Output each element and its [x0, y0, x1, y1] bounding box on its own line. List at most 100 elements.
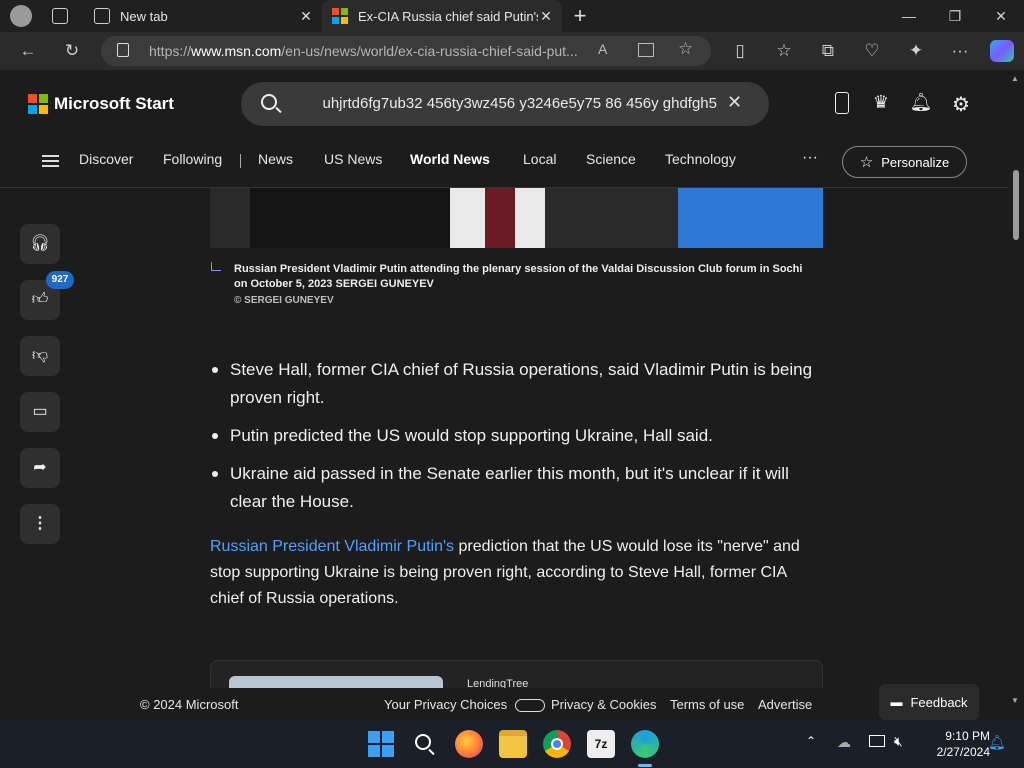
- 7zip-icon[interactable]: 7z: [587, 730, 615, 758]
- settings-more-icon[interactable]: ···: [948, 39, 972, 63]
- clear-search-icon[interactable]: ✕: [727, 92, 742, 113]
- start-windows-icon[interactable]: [367, 730, 395, 758]
- close-tab-icon[interactable]: ✕: [298, 8, 314, 24]
- url-text[interactable]: https://www.msn.com/en-us/news/world/ex-…: [149, 43, 578, 59]
- phone-icon[interactable]: [830, 92, 854, 116]
- sparkle-star-icon: ☆: [859, 154, 874, 171]
- display-icon[interactable]: [869, 735, 885, 747]
- tab-actions-icon[interactable]: [52, 8, 68, 24]
- privacy-toggle-icon: [514, 699, 545, 713]
- restore-button[interactable]: ❐: [932, 0, 978, 32]
- hide-comments-button[interactable]: ▭: [20, 392, 60, 432]
- nav-more-button[interactable]: ···: [802, 149, 818, 167]
- notifications-icon[interactable]: 🔔︎: [988, 734, 1006, 751]
- close-window-button[interactable]: ✕: [978, 0, 1024, 32]
- minimize-button[interactable]: —: [886, 0, 932, 32]
- search-box[interactable]: uhjrtd6fg7ub32 456ty3wz456 y3246e5y75 86…: [241, 82, 769, 126]
- nav-news[interactable]: News: [258, 151, 293, 167]
- msn-page: Microsoft Start uhjrtd6fg7ub32 456ty3wz4…: [0, 70, 1008, 720]
- key-point: Putin predicted the US would stop suppor…: [210, 422, 830, 450]
- key-point: Steve Hall, former CIA chief of Russia o…: [210, 356, 830, 412]
- read-aloud-icon[interactable]: A: [598, 41, 607, 57]
- scroll-up-arrow-icon[interactable]: ▲: [1011, 74, 1019, 83]
- nav-following[interactable]: Following: [163, 151, 222, 167]
- notifications-bell-icon[interactable]: 🔔︎: [909, 92, 933, 116]
- edge-icon[interactable]: [631, 730, 659, 758]
- split-screen-icon[interactable]: ▯: [728, 39, 752, 63]
- article-hero-image: [210, 188, 823, 248]
- nav-technology[interactable]: Technology: [665, 151, 736, 167]
- close-tab-icon[interactable]: ✕: [538, 8, 554, 24]
- site-header: Microsoft Start uhjrtd6fg7ub32 456ty3wz4…: [0, 70, 1008, 188]
- dislike-thumbs-down-button[interactable]: 👎︎: [20, 336, 60, 376]
- personalize-label: Personalize: [881, 154, 950, 170]
- lock-icon[interactable]: [117, 43, 129, 57]
- share-button[interactable]: ➦: [20, 448, 60, 488]
- like-count-badge: 927: [46, 271, 74, 289]
- scroll-thumb[interactable]: [1013, 170, 1019, 240]
- profile-avatar[interactable]: [10, 5, 32, 27]
- immersive-reader-icon[interactable]: [638, 43, 654, 57]
- network-icon[interactable]: ☁: [837, 734, 851, 751]
- putin-link[interactable]: Russian President Vladimir Putin's: [210, 538, 454, 555]
- firefox-icon[interactable]: [455, 730, 483, 758]
- listen-headphones-button[interactable]: 🎧︎: [20, 224, 60, 264]
- new-tab-button[interactable]: +: [568, 4, 592, 28]
- nav-local[interactable]: Local: [523, 151, 556, 167]
- more-options-button[interactable]: ⋮: [20, 504, 60, 544]
- search-taskbar-icon[interactable]: [411, 730, 439, 758]
- nav-science[interactable]: Science: [586, 151, 636, 167]
- menu-hamburger-icon[interactable]: [42, 155, 59, 167]
- search-input[interactable]: uhjrtd6fg7ub32 456ty3wz456 y3246e5y75 86…: [297, 95, 718, 112]
- brand-logo[interactable]: Microsoft Start: [28, 94, 174, 114]
- favorite-star-icon[interactable]: ☆: [678, 39, 693, 59]
- favorites-icon[interactable]: ☆: [772, 39, 796, 63]
- feedback-label: Feedback: [910, 694, 968, 710]
- advertise-link[interactable]: Advertise: [758, 697, 812, 712]
- article-paragraph: Russian President Vladimir Putin's predi…: [210, 534, 820, 612]
- msn-favicon-icon: [332, 8, 348, 24]
- tab-title: Ex-CIA Russia chief said Putin's b: [358, 8, 538, 24]
- collections-icon[interactable]: ⧉: [816, 39, 840, 63]
- copyright-text: © 2024 Microsoft: [140, 697, 239, 712]
- nav-divider: [240, 154, 241, 168]
- browser-essentials-icon[interactable]: ♡: [860, 39, 884, 63]
- show-hidden-icons-icon[interactable]: ⌃: [806, 734, 816, 748]
- clock-date: 2/27/2024: [936, 745, 990, 759]
- clock-time: 9:10 PM: [945, 729, 990, 743]
- nav-us-news[interactable]: US News: [324, 151, 382, 167]
- privacy-cookies-link[interactable]: Privacy & Cookies: [551, 697, 656, 712]
- volume-muted-icon[interactable]: 🔇︎: [894, 733, 903, 750]
- privacy-choices-link[interactable]: Your Privacy Choices: [384, 697, 545, 713]
- extensions-icon[interactable]: ✦: [904, 39, 928, 63]
- rewards-icon[interactable]: ♛: [869, 92, 893, 116]
- terms-of-use-link[interactable]: Terms of use: [670, 697, 744, 712]
- refresh-icon[interactable]: ↻: [60, 39, 84, 63]
- feedback-icon: ▬: [890, 695, 903, 709]
- chrome-icon[interactable]: [543, 730, 571, 758]
- address-bar[interactable]: https://www.msn.com/en-us/news/world/ex-…: [101, 36, 711, 66]
- copilot-icon[interactable]: [990, 40, 1014, 62]
- site-footer: © 2024 Microsoft Your Privacy Choices Pr…: [0, 688, 1008, 720]
- back-icon[interactable]: ←: [16, 39, 40, 63]
- page-scrollbar[interactable]: ▲ ▼: [1008, 70, 1024, 720]
- microsoft-logo-icon: [28, 94, 48, 114]
- caption-marker-icon: [211, 262, 221, 271]
- browser-toolbar: ← ↻ https://www.msn.com/en-us/news/world…: [0, 32, 1024, 70]
- settings-gear-icon[interactable]: ⚙: [949, 92, 973, 116]
- tab-new-tab[interactable]: New tab ✕: [84, 0, 322, 32]
- image-credit: © SERGEI GUNEYEV: [234, 295, 334, 306]
- scroll-down-arrow-icon[interactable]: ▼: [1011, 696, 1019, 705]
- brand-name: Microsoft Start: [54, 94, 174, 113]
- search-icon-handle: [275, 106, 282, 114]
- key-point: Ukraine aid passed in the Senate earlier…: [210, 460, 830, 516]
- personalize-button[interactable]: ☆ Personalize: [842, 146, 967, 178]
- nav-world-news[interactable]: World News: [410, 151, 490, 167]
- file-explorer-icon[interactable]: [499, 730, 527, 758]
- system-clock[interactable]: 9:10 PM 2/27/2024: [920, 728, 990, 760]
- nav-discover[interactable]: Discover: [79, 151, 133, 167]
- edge-active-indicator: [638, 764, 652, 767]
- tab-article[interactable]: Ex-CIA Russia chief said Putin's b ✕: [322, 0, 562, 32]
- feedback-button[interactable]: ▬ Feedback: [879, 684, 979, 720]
- key-points-list: Steve Hall, former CIA chief of Russia o…: [210, 356, 830, 526]
